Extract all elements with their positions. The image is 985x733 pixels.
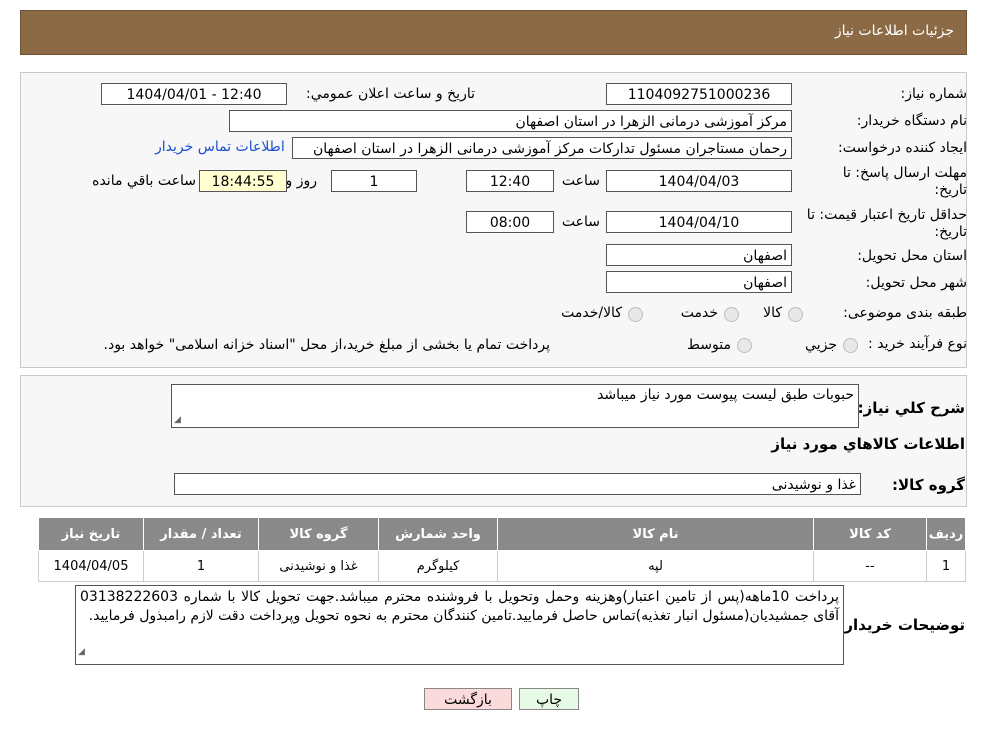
process-medium-label: متوسط: [687, 337, 731, 353]
col-need-date: تاریخ نیاز: [38, 517, 144, 551]
description-label: شرح كلي نیاز:: [857, 399, 965, 417]
cell-goods-code: --: [813, 550, 927, 582]
resize-grip-icon[interactable]: ◢: [174, 415, 181, 425]
table-row: 1 -- لپه کیلوگرم غذا و نوشیدنی 1 1404/04…: [38, 550, 966, 582]
days-remaining-field: 1: [331, 170, 417, 192]
col-unit: واحد شمارش: [378, 517, 498, 551]
resize-grip-icon[interactable]: ◢: [78, 643, 85, 662]
city-label: شهر محل تحویل:: [865, 275, 967, 291]
category-service-radio[interactable]: [724, 307, 739, 322]
process-payment-note: پرداخت تمام یا بخشی از مبلغ خرید،از محل …: [103, 337, 550, 353]
cell-unit: کیلوگرم: [378, 550, 498, 582]
table-header-row: ردیف کد کالا نام کالا واحد شمارش گروه کا…: [38, 517, 966, 551]
description-field: حبوبات طبق لیست پیوست مورد نیاز میباشد ◢: [171, 384, 859, 428]
page-title: جزئیات اطلاعات نیاز: [834, 23, 954, 39]
deadline-time-label: ساعت: [561, 173, 600, 189]
buyer-notes-text: پرداخت 10ماهه(پس از تامین اعتبار)وهزینه …: [80, 589, 839, 624]
province-label: استان محل تحویل:: [857, 248, 967, 264]
buyer-contact-link[interactable]: اطلاعات تماس خریدار: [155, 139, 285, 155]
buyer-notes-field: پرداخت 10ماهه(پس از تامین اعتبار)وهزینه …: [75, 585, 844, 665]
cell-goods-group: غذا و نوشیدنی: [258, 550, 379, 582]
announce-field: 1404/04/01 - 12:40: [101, 83, 287, 105]
need-number-label: شماره نیاز:: [900, 86, 968, 102]
goods-group-label: گروه کالا:: [892, 476, 965, 494]
need-number-field: 1104092751000236: [606, 83, 792, 105]
process-minor-label: جزیي: [805, 337, 837, 353]
col-goods-group: گروه کالا: [258, 517, 379, 551]
validity-date-field: 1404/04/10: [606, 211, 792, 233]
category-goods-service-label: کالا/خدمت: [561, 305, 622, 321]
col-goods-code: کد کالا: [813, 517, 927, 551]
col-row-number: ردیف: [926, 517, 966, 551]
validity-time-field: 08:00: [466, 211, 554, 233]
creator-label: ایجاد کننده درخواست:: [838, 140, 967, 156]
col-quantity: تعداد / مقدار: [143, 517, 259, 551]
city-field: اصفهان: [606, 271, 792, 293]
validity-time-label: ساعت: [561, 214, 600, 230]
category-label: طبقه بندی موضوعی:: [843, 305, 967, 321]
announce-label: تاریخ و ساعت اعلان عمومي:: [306, 86, 475, 102]
category-goods-radio[interactable]: [788, 307, 803, 322]
province-field: اصفهان: [606, 244, 792, 266]
validity-label: حداقل تاریخ اعتبار قیمت: تا: [806, 207, 967, 223]
cell-goods-name: لپه: [497, 550, 814, 582]
back-button[interactable]: بازگشت: [424, 688, 512, 710]
deadline-label: مهلت ارسال پاسخ: تا: [842, 165, 967, 181]
category-goods-service-radio[interactable]: [628, 307, 643, 322]
buyer-notes-label: توضیحات خریدار:: [838, 616, 965, 634]
category-service-label: خدمت: [680, 305, 718, 321]
goods-info-title: اطلاعات کالاهاي مورد نیاز: [771, 435, 965, 453]
days-label: روز و: [285, 173, 318, 189]
validity-label-date: تاریخ:: [934, 224, 967, 240]
deadline-label-date: تاریخ:: [934, 182, 967, 198]
remaining-time-field: 18:44:55: [199, 170, 287, 192]
process-medium-radio[interactable]: [737, 338, 752, 353]
deadline-time-field: 12:40: [466, 170, 554, 192]
creator-field: رحمان مستاجران مسئول تدارکات مرکز آموزشی…: [292, 137, 792, 159]
page-header: جزئیات اطلاعات نیاز: [20, 10, 967, 55]
deadline-date-field: 1404/04/03: [606, 170, 792, 192]
category-goods-label: کالا: [763, 305, 782, 321]
goods-group-field: غذا و نوشیدنی: [174, 473, 861, 495]
buyer-org-field: مرکز آموزشی درمانی الزهرا در استان اصفها…: [229, 110, 792, 132]
remaining-time-label: ساعت باقي مانده: [92, 173, 196, 189]
cell-quantity: 1: [143, 550, 259, 582]
col-goods-name: نام کالا: [497, 517, 814, 551]
description-text: حبوبات طبق لیست پیوست مورد نیاز میباشد: [597, 387, 854, 403]
cell-need-date: 1404/04/05: [38, 550, 144, 582]
process-minor-radio[interactable]: [843, 338, 858, 353]
goods-table: ردیف کد کالا نام کالا واحد شمارش گروه کا…: [38, 517, 966, 582]
cell-row-number: 1: [926, 550, 966, 582]
buyer-org-label: نام دستگاه خریدار:: [856, 113, 967, 129]
print-button[interactable]: چاپ: [519, 688, 579, 710]
process-type-label: نوع فرآیند خرید :: [868, 336, 967, 352]
